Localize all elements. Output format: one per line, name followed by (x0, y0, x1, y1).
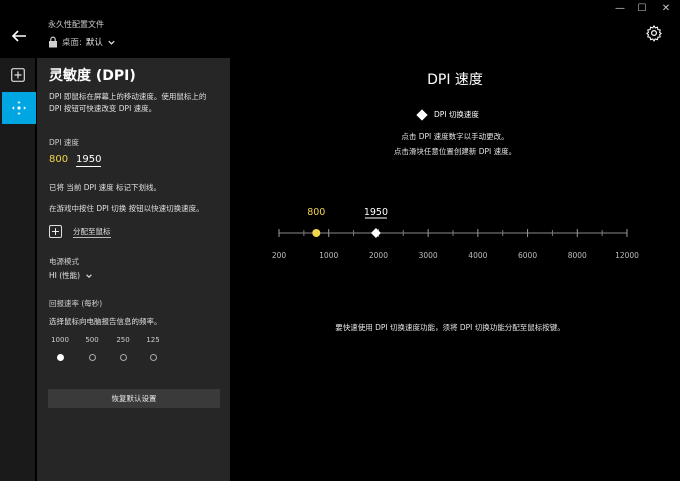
chevron-down-icon (86, 273, 92, 278)
report-rate-label-500: 500 (85, 336, 99, 344)
dpi-value-current[interactable]: 800 (49, 154, 68, 165)
dpi-current-handle[interactable] (312, 229, 321, 237)
dpi-shift-legend: DPI 切换速度 (416, 108, 479, 121)
tool-sidebar (0, 58, 36, 481)
profile-title: 永久性配置文件 (48, 20, 104, 29)
dpi-sensitivity-tab[interactable] (2, 92, 36, 124)
profile-label: 桌面: (62, 38, 82, 48)
back-button[interactable] (9, 26, 29, 46)
report-rate-radio-250[interactable] (120, 354, 127, 361)
minimize-button[interactable]: — (609, 0, 631, 16)
slider-tick-label: 12000 (615, 251, 639, 260)
panel-description: DPI 即鼠标在屏幕上的移动速度。使用鼠标上的 DPI 按钮可快速改变 DPI … (49, 92, 207, 113)
slider-tick-label: 3000 (419, 251, 438, 260)
dpi-sensitivity-icon (12, 101, 26, 115)
slider-tick-label: 6000 (518, 251, 537, 260)
assign-label: 分配至鼠标 (73, 226, 111, 238)
back-arrow-icon (11, 30, 26, 42)
slider-tick-label: 1000 (319, 251, 338, 260)
report-rate-radio-1000[interactable] (57, 354, 64, 361)
report-rate-label-250: 250 (116, 336, 130, 344)
report-rate-label-1000: 1000 (51, 336, 69, 344)
settings-button[interactable] (645, 24, 663, 42)
close-window-button[interactable]: ✕ (655, 0, 677, 16)
hint-click-slider: 点击滑块任意位置创建新 DPI 速度。 (393, 147, 517, 156)
add-tool-button[interactable] (2, 60, 34, 90)
power-mode-label: 电源模式 (49, 257, 79, 266)
dpi-value-shift[interactable]: 1950 (76, 154, 102, 167)
slider-tick-label: 200 (272, 251, 287, 260)
dpi-marker-label[interactable]: 800 (307, 207, 325, 218)
assign-shift-note: 要快速使用 DPI 切换速度功能，须将 DPI 切换功能分配至鼠标按键。 (335, 323, 565, 332)
lock-icon (49, 36, 57, 48)
assign-to-mouse-button[interactable]: + 分配至鼠标 (49, 225, 111, 238)
dpi-speed-label: DPI 速度 (49, 138, 79, 147)
maximize-button[interactable]: ☐ (631, 0, 653, 16)
slider-tick-label: 2000 (369, 251, 388, 260)
plus-icon: + (49, 225, 62, 238)
report-rate-description: 选择鼠标向电脑报告信息的频率。 (49, 317, 162, 326)
dpi-slider[interactable]: 200 1000 2000 3000 4000 6000 8000 12000 800 1950 (262, 200, 647, 270)
report-rate-label-125: 125 (146, 336, 160, 344)
legend-label: DPI 切换速度 (434, 110, 479, 119)
diamond-icon (416, 108, 428, 121)
main-title: DPI 速度 (427, 72, 483, 88)
profile-value: 默认 (85, 38, 103, 48)
reset-defaults-button[interactable]: 恢复默认设置 (48, 389, 220, 408)
report-rate-label: 回报速率 (每秒) (49, 299, 103, 308)
dpi-shift-handle[interactable] (370, 228, 381, 238)
power-mode-value: HI (性能) (49, 271, 81, 280)
chevron-down-icon (108, 40, 115, 45)
sensitivity-panel: 灵敏度 (DPI) DPI 即鼠标在屏幕上的移动速度。使用鼠标上的 DPI 按钮… (37, 58, 230, 481)
hint-click-number: 点击 DPI 速度数字以手动更改。 (401, 132, 509, 141)
slider-tick-label: 8000 (568, 251, 587, 260)
gear-icon (646, 24, 662, 42)
power-mode-dropdown[interactable]: HI (性能) (49, 270, 93, 281)
note-current-dpi: 已将 当前 DPI 速度 标记下划线。 (49, 183, 162, 192)
profile-selector[interactable]: 桌面: 默认 (48, 36, 116, 48)
dpi-marker-label[interactable]: 1950 (364, 207, 388, 218)
slider-tick-label: 4000 (468, 251, 487, 260)
add-icon (11, 68, 25, 82)
panel-title: 灵敏度 (DPI) (49, 68, 136, 84)
report-rate-radio-500[interactable] (89, 354, 96, 361)
note-dpi-shift: 在游戏中按住 DPI 切换 按钮以快速切换速度。 (49, 204, 204, 213)
report-rate-radio-125[interactable] (150, 354, 157, 361)
